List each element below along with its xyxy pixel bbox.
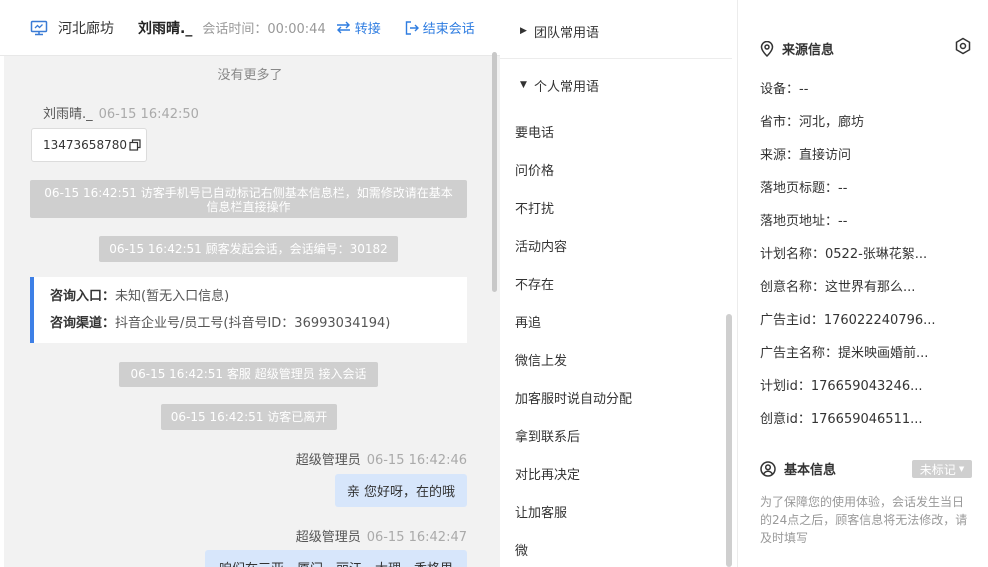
basic-info-header: 基本信息 bbox=[760, 459, 836, 478]
monitor-icon bbox=[30, 19, 48, 37]
visitor-msg-time: 06-15 16:42:50 bbox=[98, 107, 199, 122]
copy-icon[interactable] bbox=[129, 139, 141, 151]
transfer-button[interactable]: 转接 bbox=[336, 18, 381, 37]
exit-icon bbox=[405, 20, 419, 35]
phrase-item[interactable]: 让加客服 bbox=[515, 502, 567, 521]
edit-notice: 为了保障您的使用体验，会话发生当日的24点之后，顾客信息将无法修改，请及时填写 bbox=[760, 495, 968, 545]
info-row-advertiser-name: 广告主名称：提米映画婚前... bbox=[760, 346, 929, 361]
phrase-item[interactable]: 再追 bbox=[515, 312, 541, 331]
system-message: 06-15 16:42:51 访客手机号已自动标记右侧基本信息栏，如需修改请在基… bbox=[30, 180, 467, 218]
pane-edge bbox=[0, 0, 4, 567]
team-phrases-label: 团队常用语 bbox=[534, 25, 600, 41]
visitor-message-bubble: 13473658780 bbox=[31, 128, 147, 162]
common-phrases-pane: ▶ 团队常用语 ▼ 个人常用语 要电话 问价格 不打扰 活动内容 不存在 再追 … bbox=[500, 0, 738, 567]
source-info-header: 来源信息 bbox=[760, 39, 834, 58]
chat-pane: 河北廊坊 刘雨晴._ 会话时间：00:00:44 转接 结束会话 没有更多了 刘… bbox=[0, 0, 500, 567]
agent-message-bubble: 咱们在三亚、厦门、丽江、大理、香格里 bbox=[205, 550, 467, 567]
team-phrases-group[interactable]: ▶ 团队常用语 bbox=[500, 17, 737, 45]
end-session-label: 结束会话 bbox=[422, 22, 475, 37]
channel-value: 抖音企业号/员工号(抖音号ID：36993034194) bbox=[115, 316, 391, 331]
tag-dropdown-label: 未标记 bbox=[919, 462, 956, 477]
system-message: 06-15 16:42:51 顾客发起会话，会话编号：30182 bbox=[99, 236, 398, 262]
agent-sender-line: 超级管理员 06-15 16:42:47 bbox=[296, 526, 467, 545]
info-row-advertiser-id: 广告主id：176022240796... bbox=[760, 313, 936, 328]
agent-sender-line: 超级管理员 06-15 16:42:46 bbox=[296, 449, 467, 468]
system-message: 06-15 16:42:51 访客已离开 bbox=[161, 404, 337, 430]
visitor-sender-name: 刘雨晴._ bbox=[43, 107, 93, 122]
visitor-location: 河北廊坊 bbox=[58, 20, 114, 37]
phrase-item[interactable]: 要电话 bbox=[515, 122, 554, 141]
phrase-item[interactable]: 对比再决定 bbox=[515, 464, 580, 483]
phrase-item[interactable]: 拿到联系后 bbox=[515, 426, 580, 445]
end-session-button[interactable]: 结束会话 bbox=[405, 18, 475, 37]
entry-value: 未知(暂无入口信息) bbox=[115, 289, 230, 304]
source-info-title: 来源信息 bbox=[782, 43, 835, 58]
location-pin-icon bbox=[760, 40, 774, 57]
settings-gear-icon[interactable] bbox=[954, 37, 972, 55]
transfer-icon bbox=[336, 21, 350, 34]
tag-dropdown[interactable]: 未标记 ▼ bbox=[912, 460, 972, 478]
phrase-scrollbar[interactable] bbox=[726, 314, 732, 567]
personal-phrases-label: 个人常用语 bbox=[534, 79, 600, 95]
phrase-item[interactable]: 不存在 bbox=[515, 274, 554, 293]
visitor-info-pane: 来源信息 设备：-- 省市：河北，廊坊 来源：直接访问 落地页标题：-- 落地页… bbox=[739, 0, 988, 567]
agent-sender-name: 超级管理员 bbox=[295, 453, 361, 468]
workspace: 河北廊坊 刘雨晴._ 会话时间：00:00:44 转接 结束会话 没有更多了 刘… bbox=[0, 0, 988, 567]
basic-info-title: 基本信息 bbox=[784, 463, 837, 478]
channel-row: 咨询渠道：抖音企业号/员工号(抖音号ID：36993034194) bbox=[50, 315, 467, 342]
entry-info-card: 咨询入口：未知(暂无入口信息) 咨询渠道：抖音企业号/员工号(抖音号ID：369… bbox=[30, 277, 467, 343]
caret-down-icon: ▼ bbox=[958, 465, 965, 473]
phrase-item[interactable]: 加客服时说自动分配 bbox=[515, 388, 632, 407]
channel-label: 咨询渠道： bbox=[50, 316, 116, 331]
info-row-source: 来源：直接访问 bbox=[760, 148, 852, 163]
entry-label: 咨询入口： bbox=[50, 289, 116, 304]
info-row-device: 设备：-- bbox=[760, 82, 809, 97]
agent-msg-time: 06-15 16:42:46 bbox=[366, 453, 467, 468]
caret-right-icon: ▶ bbox=[520, 26, 527, 36]
divider bbox=[500, 58, 732, 59]
info-row-creative-name: 创意名称：这世界有那么... bbox=[760, 280, 916, 295]
caret-down-icon: ▼ bbox=[520, 80, 527, 90]
personal-phrases-group[interactable]: ▼ 个人常用语 bbox=[500, 71, 737, 99]
visitor-sender-line: 刘雨晴._ 06-15 16:42:50 bbox=[43, 103, 199, 122]
agent-message-bubble: 亲 您好呀，在的哦 bbox=[335, 474, 467, 507]
info-row-plan-name: 计划名称：0522-张琳花絮... bbox=[760, 247, 928, 262]
session-duration: 会话时间：00:00:44 bbox=[202, 22, 326, 37]
info-row-region: 省市：河北，廊坊 bbox=[760, 115, 865, 130]
agent-sender-name: 超级管理员 bbox=[295, 530, 361, 545]
phrase-item[interactable]: 不打扰 bbox=[515, 198, 554, 217]
info-row-landing-title: 落地页标题：-- bbox=[760, 181, 848, 196]
info-row-plan-id: 计划id：176659043246... bbox=[760, 379, 923, 394]
chat-scrollbar[interactable] bbox=[492, 52, 497, 292]
info-row-landing-url: 落地页地址：-- bbox=[760, 214, 848, 229]
entry-row: 咨询入口：未知(暂无入口信息) bbox=[50, 288, 467, 315]
phrase-item[interactable]: 问价格 bbox=[515, 160, 554, 179]
phrase-list: 要电话 问价格 不打扰 活动内容 不存在 再追 微信上发 加客服时说自动分配 拿… bbox=[500, 96, 730, 567]
user-circle-icon bbox=[760, 460, 776, 477]
transfer-label: 转接 bbox=[354, 22, 381, 37]
visitor-message-text: 13473658780 bbox=[43, 138, 127, 152]
visitor-name: 刘雨晴._ bbox=[138, 20, 193, 37]
phrase-item[interactable]: 微信上发 bbox=[515, 350, 567, 369]
chat-header: 河北廊坊 刘雨晴._ 会话时间：00:00:44 转接 结束会话 bbox=[0, 0, 500, 56]
agent-msg-time: 06-15 16:42:47 bbox=[366, 530, 467, 545]
info-row-creative-id: 创意id：176659046511... bbox=[760, 412, 923, 427]
phrase-item[interactable]: 活动内容 bbox=[515, 236, 567, 255]
no-more-text: 没有更多了 bbox=[217, 68, 283, 83]
phrase-item[interactable]: 微 bbox=[515, 540, 528, 559]
system-message: 06-15 16:42:51 客服 超级管理员 接入会话 bbox=[119, 362, 378, 387]
